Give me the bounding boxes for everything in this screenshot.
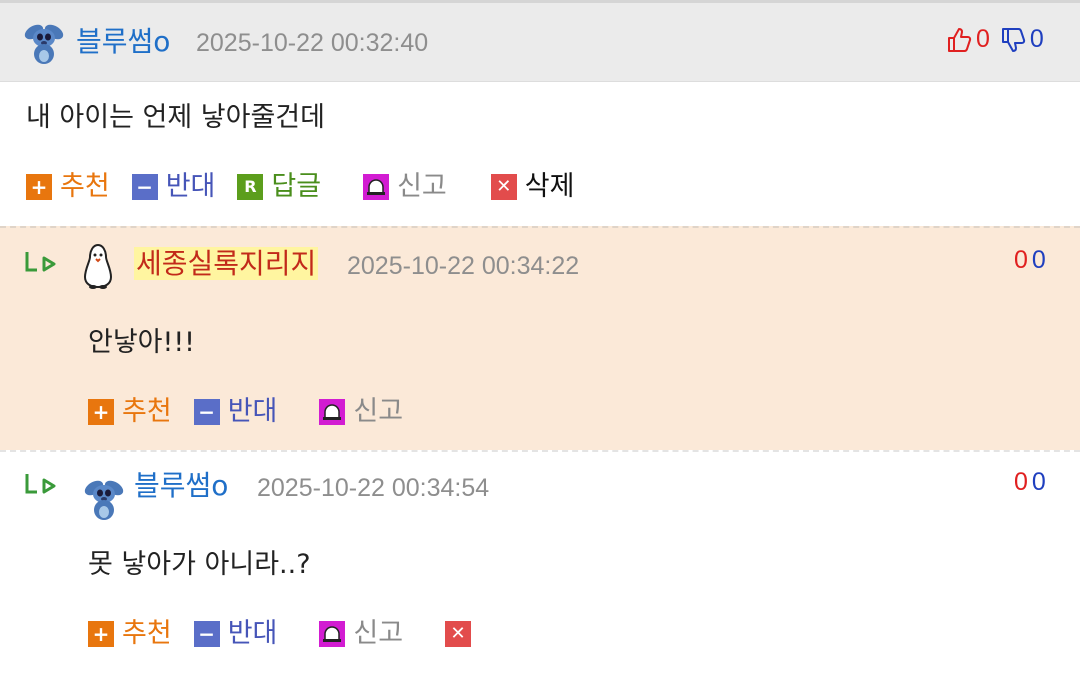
reply-date: 2025-10-22 00:34:54	[257, 474, 490, 502]
minus-icon: −	[193, 621, 220, 647]
reply-author[interactable]: 블루썸o	[134, 470, 228, 502]
stitch-avatar-icon[interactable]	[20, 18, 68, 66]
siren-icon	[319, 399, 346, 425]
delete-button[interactable]: ✕ 삭제	[490, 171, 575, 203]
delete-label: 삭제	[524, 171, 575, 202]
comment-actions: + 추천 − 반대 R 답글 신고 ✕ 삭제	[26, 171, 596, 203]
recommend-label: 추천	[122, 396, 172, 427]
report-label: 신고	[353, 618, 404, 649]
report-button[interactable]: 신고	[363, 171, 447, 203]
recommend-button[interactable]: + 추천	[26, 171, 110, 203]
reply-date: 2025-10-22 00:34:22	[347, 252, 580, 280]
comment-header: 블루썸o 2025-10-22 00:32:40 0 0	[0, 3, 1080, 82]
plus-icon: +	[88, 399, 114, 425]
oppose-label: 반대	[227, 618, 278, 649]
reply-actions: + 추천 − 반대 신고	[88, 396, 425, 428]
reply-text: 못 낳아가 아니라..?	[88, 549, 311, 580]
recommend-label: 추천	[60, 171, 110, 202]
reply-author[interactable]: 세종실록지리지	[134, 247, 319, 280]
reply-votes: 0 0	[1014, 468, 1046, 497]
minus-icon: −	[131, 174, 158, 200]
downvote-count[interactable]: 0	[1032, 246, 1046, 275]
comment-votes: 0 0	[946, 25, 1044, 54]
report-label: 신고	[397, 171, 447, 202]
comment-date: 2025-10-22 00:32:40	[196, 29, 429, 57]
reply-arrow-icon	[25, 474, 56, 494]
stitch-avatar-icon[interactable]	[80, 474, 128, 522]
thumbs-up-icon[interactable]	[946, 27, 972, 53]
thumbs-down-icon[interactable]	[1000, 27, 1026, 53]
oppose-button[interactable]: − 반대	[131, 171, 216, 203]
oppose-label: 반대	[165, 171, 216, 202]
delete-button[interactable]: ✕	[445, 621, 479, 647]
report-label: 신고	[353, 396, 404, 427]
reply-item: 블루썸o 2025-10-22 00:34:54 0 0 못 낳아가 아니라..…	[0, 450, 1080, 688]
reply-button[interactable]: R 답글	[237, 171, 321, 203]
minus-icon: −	[193, 399, 220, 425]
recommend-button[interactable]: + 추천	[88, 396, 172, 428]
downvote-count: 0	[1029, 25, 1044, 53]
reply-text: 안낳아!!!	[88, 327, 195, 358]
upvote-count[interactable]: 0	[1014, 468, 1028, 497]
report-button[interactable]: 신고	[319, 396, 403, 428]
recommend-label: 추천	[122, 618, 172, 649]
delete-x-icon: ✕	[490, 174, 517, 200]
delete-x-icon: ✕	[445, 621, 472, 647]
reply-r-icon: R	[237, 174, 264, 200]
reply-author-label: 세종실록지리지	[134, 247, 319, 280]
comment-text: 내 아이는 언제 낳아줄건데	[26, 102, 325, 133]
reply-arrow-icon	[25, 252, 56, 272]
reply-actions: + 추천 − 반대 신고 ✕	[88, 618, 501, 650]
reply-item: 세종실록지리지 2025-10-22 00:34:22 0 0 안낳아!!! +…	[0, 226, 1080, 450]
plus-icon: +	[88, 621, 114, 647]
siren-icon	[319, 621, 346, 647]
recommend-button[interactable]: + 추천	[88, 618, 172, 650]
plus-icon: +	[26, 174, 52, 200]
penguin-avatar-icon[interactable]	[78, 242, 118, 290]
oppose-label: 반대	[227, 396, 278, 427]
comment-author[interactable]: 블루썸o	[76, 26, 170, 58]
oppose-button[interactable]: − 반대	[193, 618, 278, 650]
oppose-button[interactable]: − 반대	[193, 396, 278, 428]
upvote-count: 0	[976, 25, 990, 53]
report-button[interactable]: 신고	[319, 618, 403, 650]
comment-thread: 블루썸o 2025-10-22 00:32:40 0 0 내 아이는 언제 낳아…	[0, 0, 1080, 688]
upvote-count[interactable]: 0	[1014, 246, 1028, 275]
reply-label: 답글	[271, 171, 322, 202]
downvote-count[interactable]: 0	[1032, 468, 1046, 497]
reply-votes: 0 0	[1014, 246, 1046, 275]
siren-icon	[363, 174, 390, 200]
